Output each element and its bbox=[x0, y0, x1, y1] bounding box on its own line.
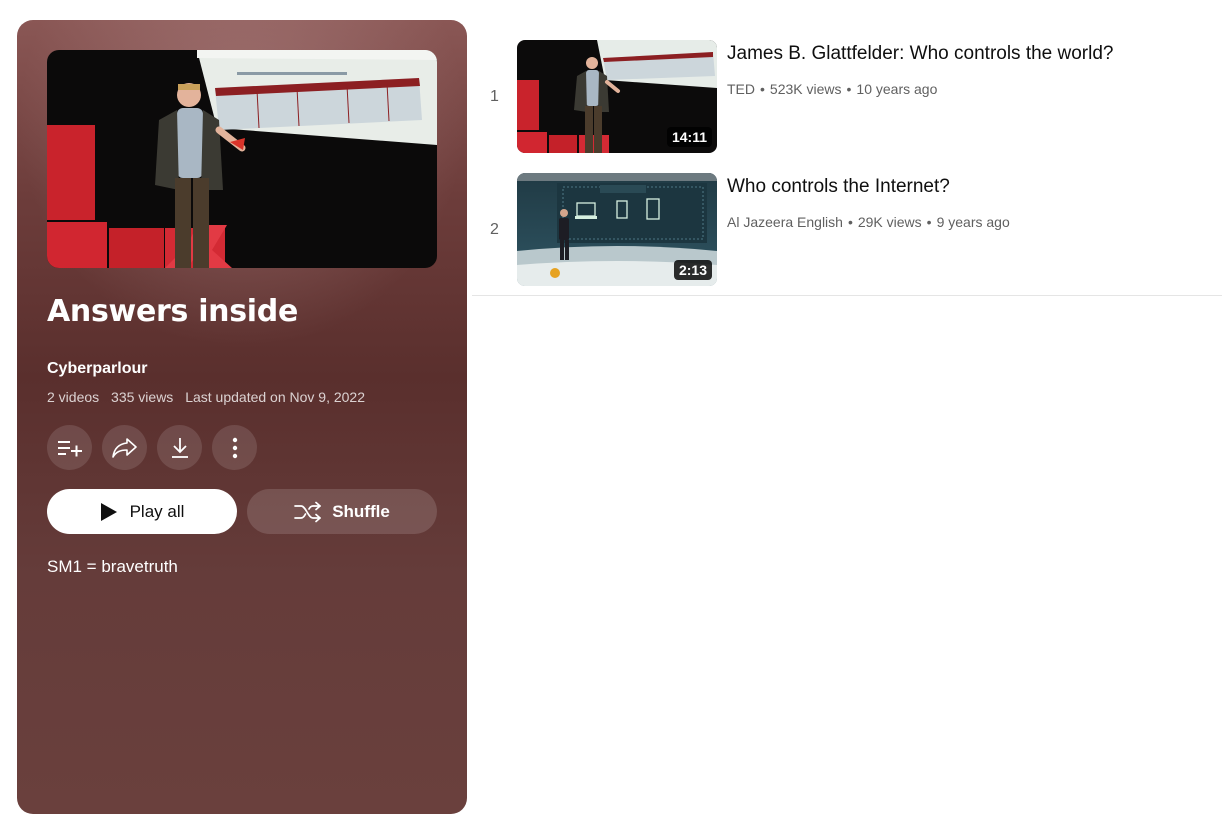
separator-dot: • bbox=[926, 214, 932, 230]
video-views: 523K views bbox=[769, 81, 842, 97]
video-age: 9 years ago bbox=[936, 214, 1010, 230]
video-views: 29K views bbox=[857, 214, 922, 230]
last-updated: Last updated on Nov 9, 2022 bbox=[185, 389, 366, 405]
video-duration: 14:11 bbox=[666, 127, 712, 147]
playlist-owner-link[interactable]: Cyberparlour bbox=[47, 360, 147, 378]
video-title[interactable]: James B. Glattfelder: Who controls the w… bbox=[727, 43, 1114, 65]
playlist-stats: 2 videos 335 views Last updated on Nov 9… bbox=[47, 389, 373, 405]
separator-dot: • bbox=[760, 81, 765, 97]
download-button[interactable] bbox=[157, 425, 202, 470]
video-thumbnail[interactable]: 14:11 bbox=[517, 40, 717, 153]
separator-dot: • bbox=[847, 214, 853, 230]
channel-name[interactable]: TED bbox=[727, 81, 755, 97]
view-count: 335 views bbox=[111, 389, 174, 405]
shuffle-button[interactable]: Shuffle bbox=[247, 489, 437, 534]
video-title[interactable]: Who controls the Internet? bbox=[727, 176, 950, 198]
video-list-item[interactable]: 1 14:11 James B. Glattfelder: Who contro… bbox=[472, 30, 1222, 163]
playlist-header-panel: Answers inside Cyberparlour 2 videos 335… bbox=[17, 20, 467, 814]
more-vert-icon bbox=[232, 437, 237, 458]
list-divider bbox=[472, 295, 1222, 296]
video-meta: Al Jazeera English • 29K views • 9 years ago bbox=[727, 214, 1010, 230]
video-index: 2 bbox=[490, 221, 499, 238]
playlist-description: SM1 = bravetruth bbox=[47, 557, 178, 576]
share-icon bbox=[111, 437, 137, 458]
playlist-cover-thumbnail[interactable] bbox=[47, 50, 437, 268]
shuffle-icon bbox=[294, 501, 322, 522]
shuffle-label: Shuffle bbox=[332, 501, 390, 521]
video-index: 1 bbox=[490, 88, 499, 105]
video-list-item[interactable]: 2 2:13 Who controls the Internet? Al Jaz… bbox=[472, 163, 1222, 296]
play-all-button[interactable]: Play all bbox=[47, 489, 237, 534]
playlist-video-list: 1 14:11 James B. Glattfelder: Who contro… bbox=[472, 30, 1222, 296]
add-to-queue-button[interactable] bbox=[47, 425, 92, 470]
video-duration: 2:13 bbox=[673, 260, 712, 280]
channel-name[interactable]: Al Jazeera English bbox=[727, 214, 843, 230]
play-icon bbox=[100, 502, 117, 521]
video-count: 2 videos bbox=[47, 389, 100, 405]
share-button[interactable] bbox=[102, 425, 147, 470]
video-meta: TED • 523K views • 10 years ago bbox=[727, 81, 937, 97]
play-all-label: Play all bbox=[129, 501, 185, 521]
video-age: 10 years ago bbox=[856, 81, 938, 97]
playlist-action-row bbox=[47, 425, 257, 470]
playlist-title: Answers inside bbox=[47, 294, 298, 329]
add-to-queue-icon bbox=[57, 440, 82, 456]
download-icon bbox=[171, 437, 188, 458]
more-actions-button[interactable] bbox=[212, 425, 257, 470]
separator-dot: • bbox=[846, 81, 852, 97]
video-thumbnail[interactable]: 2:13 bbox=[517, 173, 717, 286]
